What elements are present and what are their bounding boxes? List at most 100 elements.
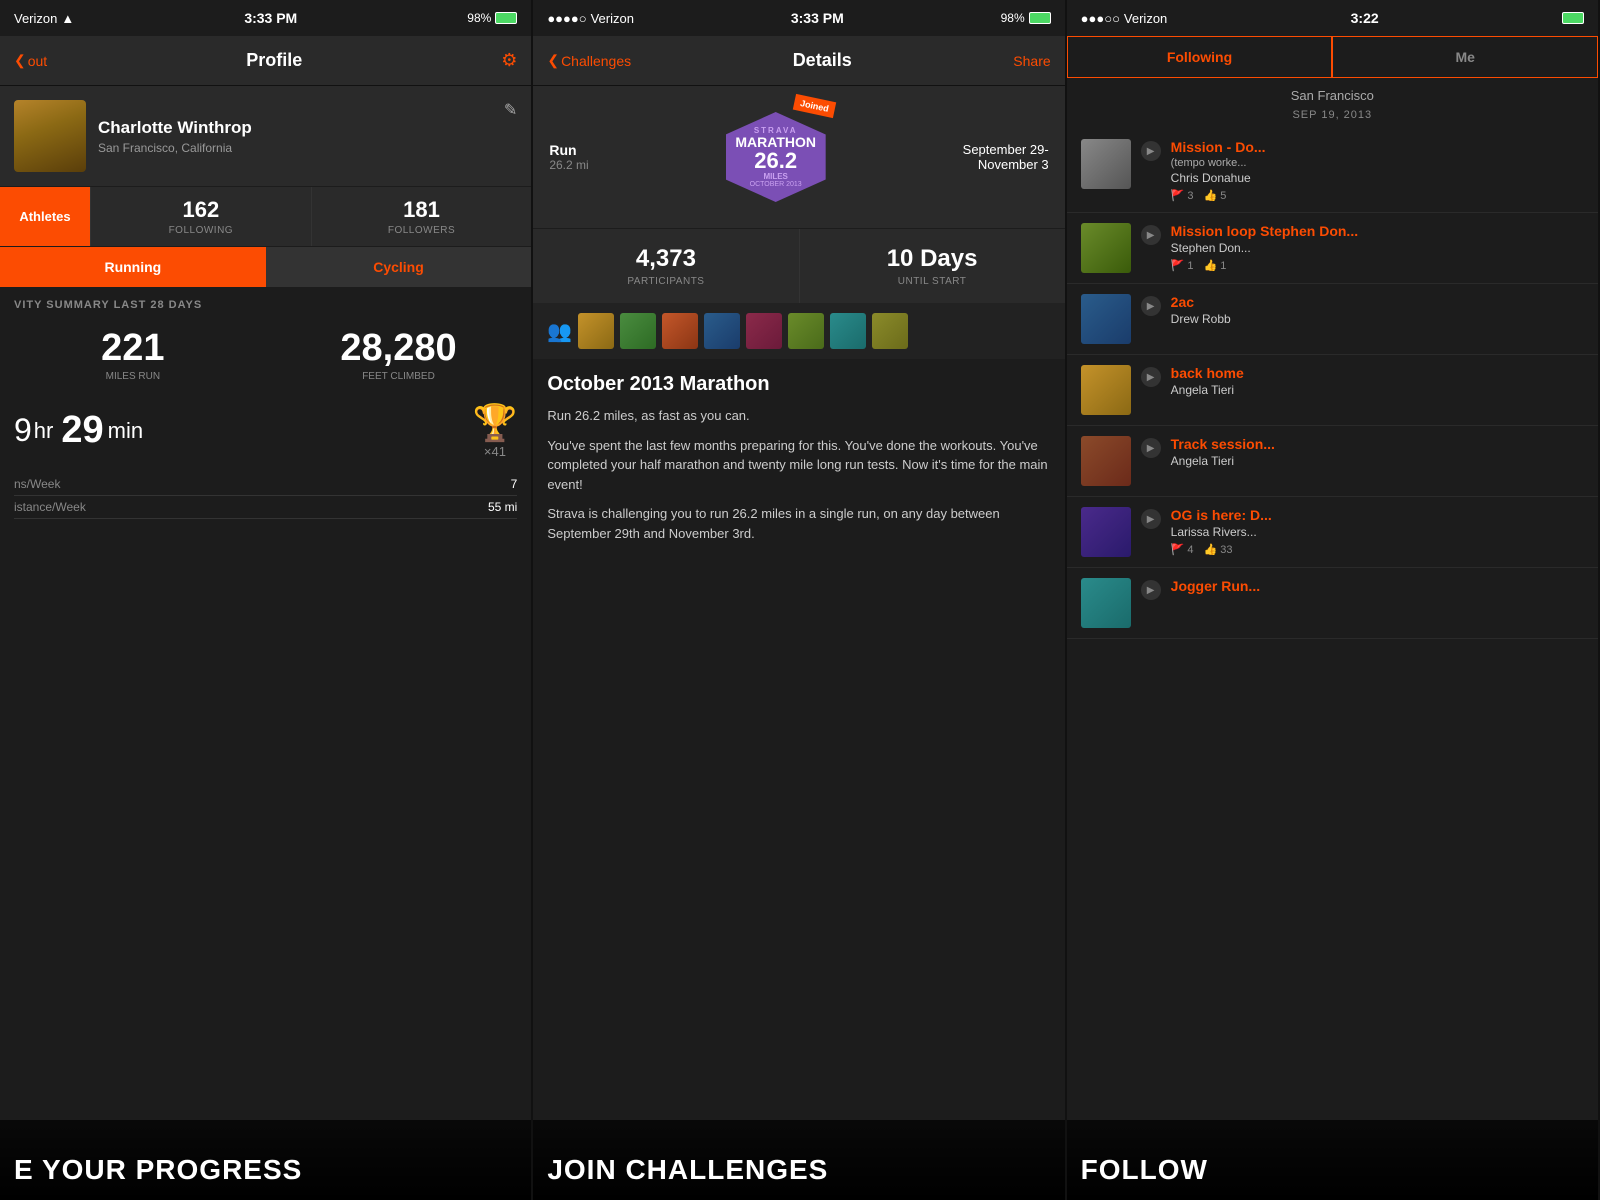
list-item[interactable]: ▶ back home Angela Tieri [1067, 355, 1598, 426]
minutes-label: min [108, 418, 143, 444]
battery-pct-2: 98% [1001, 11, 1025, 25]
profile-name: Charlotte Winthrop [98, 118, 517, 138]
feed-thumb-1 [1081, 139, 1131, 189]
page-title-2: Details [631, 50, 1013, 71]
edit-button[interactable]: ✎ [504, 100, 517, 120]
feed-item-title-3: 2ac [1171, 294, 1584, 310]
carrier-1: Verizon [14, 11, 57, 26]
feed-thumb-4 [1081, 365, 1131, 415]
wifi-icon-1: ▲ [61, 11, 74, 26]
tab-cycling[interactable]: Cycling [266, 247, 532, 287]
status-left-1: Verizon ▲ [14, 11, 74, 26]
tab-me[interactable]: Me [1332, 36, 1598, 78]
distance-per-week-value: 55 mi [488, 500, 517, 514]
participant-thumb-2[interactable] [620, 313, 656, 349]
feed-item-meta-2: 🚩 1 👍 1 [1171, 259, 1584, 272]
participants-label: PARTICIPANTS [549, 276, 782, 287]
runs-per-week-label: ns/Week [14, 477, 60, 491]
feed-item-title-2: Mission loop Stephen Don... [1171, 223, 1584, 239]
time-1: 3:33 PM [244, 10, 297, 26]
challenge-type: Run [549, 142, 588, 158]
feed-tabs: Following Me [1067, 36, 1598, 78]
profile-panel: Verizon ▲ 3:33 PM 98% ❮ out Profile ⚙ [0, 0, 533, 1200]
feed-item-title-5: Track session... [1171, 436, 1584, 452]
run-icon-3: ▶ [1141, 296, 1161, 316]
hex-miles: 26.2 [754, 150, 797, 172]
flag-count-6: 🚩 4 [1171, 543, 1194, 556]
trophy-count: ×41 [484, 444, 506, 459]
list-item[interactable]: ▶ Track session... Angela Tieri [1067, 426, 1598, 497]
run-icon-7: ▶ [1141, 580, 1161, 600]
participant-thumb-5[interactable] [746, 313, 782, 349]
feed-item-author-5: Angela Tieri [1171, 454, 1584, 468]
participant-thumb-4[interactable] [704, 313, 740, 349]
list-item[interactable]: ▶ Jogger Run... [1067, 568, 1598, 639]
back-chevron-2: ❮ [547, 52, 559, 69]
run-icon-2: ▶ [1141, 225, 1161, 245]
challenge-body-2: You've spent the last few months prepari… [547, 436, 1050, 495]
carrier-2: Verizon [591, 11, 634, 26]
tab-following[interactable]: Following [1067, 36, 1333, 78]
list-item[interactable]: ▶ Mission - Do... (tempo worke... Chris … [1067, 129, 1598, 213]
flag-count-1: 🚩 3 [1171, 189, 1194, 202]
back-button-1[interactable]: ❮ out [14, 52, 47, 69]
thumb-count-6: 👍 33 [1204, 543, 1233, 556]
gear-icon-1[interactable]: ⚙ [501, 50, 517, 71]
participant-thumb-3[interactable] [662, 313, 698, 349]
feed-item-content-5: Track session... Angela Tieri [1171, 436, 1584, 468]
challenge-header: Run 26.2 mi STRAVA MARATHON 26.2 MILES O… [533, 86, 1064, 228]
days-label: UNTIL START [816, 276, 1049, 287]
followers-count: 181 [320, 197, 524, 223]
list-item[interactable]: ▶ 2ac Drew Robb [1067, 284, 1598, 355]
add-participant-icon[interactable]: 👥 [547, 319, 572, 344]
challenge-distance: 26.2 mi [549, 158, 588, 172]
share-button[interactable]: Share [1013, 53, 1050, 69]
participant-thumb-7[interactable] [830, 313, 866, 349]
joined-ribbon: Joined [792, 94, 835, 118]
promo-bar-1: E YOUR PROGRESS [0, 1120, 531, 1200]
time-3: 3:22 [1351, 10, 1379, 26]
avatar-image [14, 100, 86, 172]
challenge-body-1: Run 26.2 miles, as fast as you can. [547, 406, 1050, 426]
trophy-area: 🏆 ×41 [473, 402, 518, 459]
status-dots-2: ●●●●○ Verizon [547, 11, 634, 26]
days-stat: 10 Days UNTIL START [800, 229, 1065, 303]
days-count: 10 Days [816, 245, 1049, 273]
feed-location: San Francisco [1067, 78, 1598, 107]
profile-header: Charlotte Winthrop San Francisco, Califo… [0, 86, 531, 186]
miles-label: MILES RUN [4, 371, 262, 382]
feed-item-title-6: OG is here: D... [1171, 507, 1584, 523]
following-stat[interactable]: 162 FOLLOWING [90, 187, 311, 246]
list-item[interactable]: ▶ Mission loop Stephen Don... Stephen Do… [1067, 213, 1598, 284]
feed-item-content-6: OG is here: D... Larissa Rivers... 🚩 4 👍… [1171, 507, 1584, 556]
participant-thumb-1[interactable] [578, 313, 614, 349]
back-chevron-1: ❮ [14, 52, 26, 69]
battery-icon-1 [495, 12, 517, 24]
challenge-panel: ●●●●○ Verizon 3:33 PM 98% ❮ Challenges D… [533, 0, 1066, 1200]
battery-icon-3 [1562, 12, 1584, 24]
challenge-description: October 2013 Marathon Run 26.2 miles, as… [533, 359, 1064, 567]
carrier-3: Verizon [1124, 11, 1167, 26]
back-button-2[interactable]: ❮ Challenges [547, 52, 631, 69]
tab-running[interactable]: Running [0, 247, 266, 287]
participants-count: 4,373 [549, 245, 782, 273]
list-item[interactable]: ▶ OG is here: D... Larissa Rivers... 🚩 4… [1067, 497, 1598, 568]
feed-thumb-6 [1081, 507, 1131, 557]
followers-stat[interactable]: 181 FOLLOWERS [311, 187, 532, 246]
hex-date: OCTOBER 2013 [750, 181, 802, 188]
feet-count: 28,280 [270, 329, 528, 367]
participant-thumb-6[interactable] [788, 313, 824, 349]
challenge-body: Run 26.2 miles, as fast as you can. You'… [547, 406, 1050, 543]
status-dots-3: ●●●○○ Verizon [1081, 11, 1168, 26]
distance-per-week-label: istance/Week [14, 500, 86, 514]
hours-value: 9 [14, 412, 32, 449]
back-label-1: out [28, 53, 47, 69]
challenge-title: October 2013 Marathon [547, 373, 1050, 396]
following-label: FOLLOWING [99, 225, 303, 236]
challenge-stats: 4,373 PARTICIPANTS 10 Days UNTIL START [533, 229, 1064, 303]
participant-thumb-8[interactable] [872, 313, 908, 349]
athletes-button[interactable]: Athletes [0, 187, 90, 246]
time-row: 9 hr 29 min 🏆 ×41 [0, 394, 531, 467]
feed-thumb-7 [1081, 578, 1131, 628]
promo-text-2: JOIN CHALLENGES [547, 1154, 828, 1186]
